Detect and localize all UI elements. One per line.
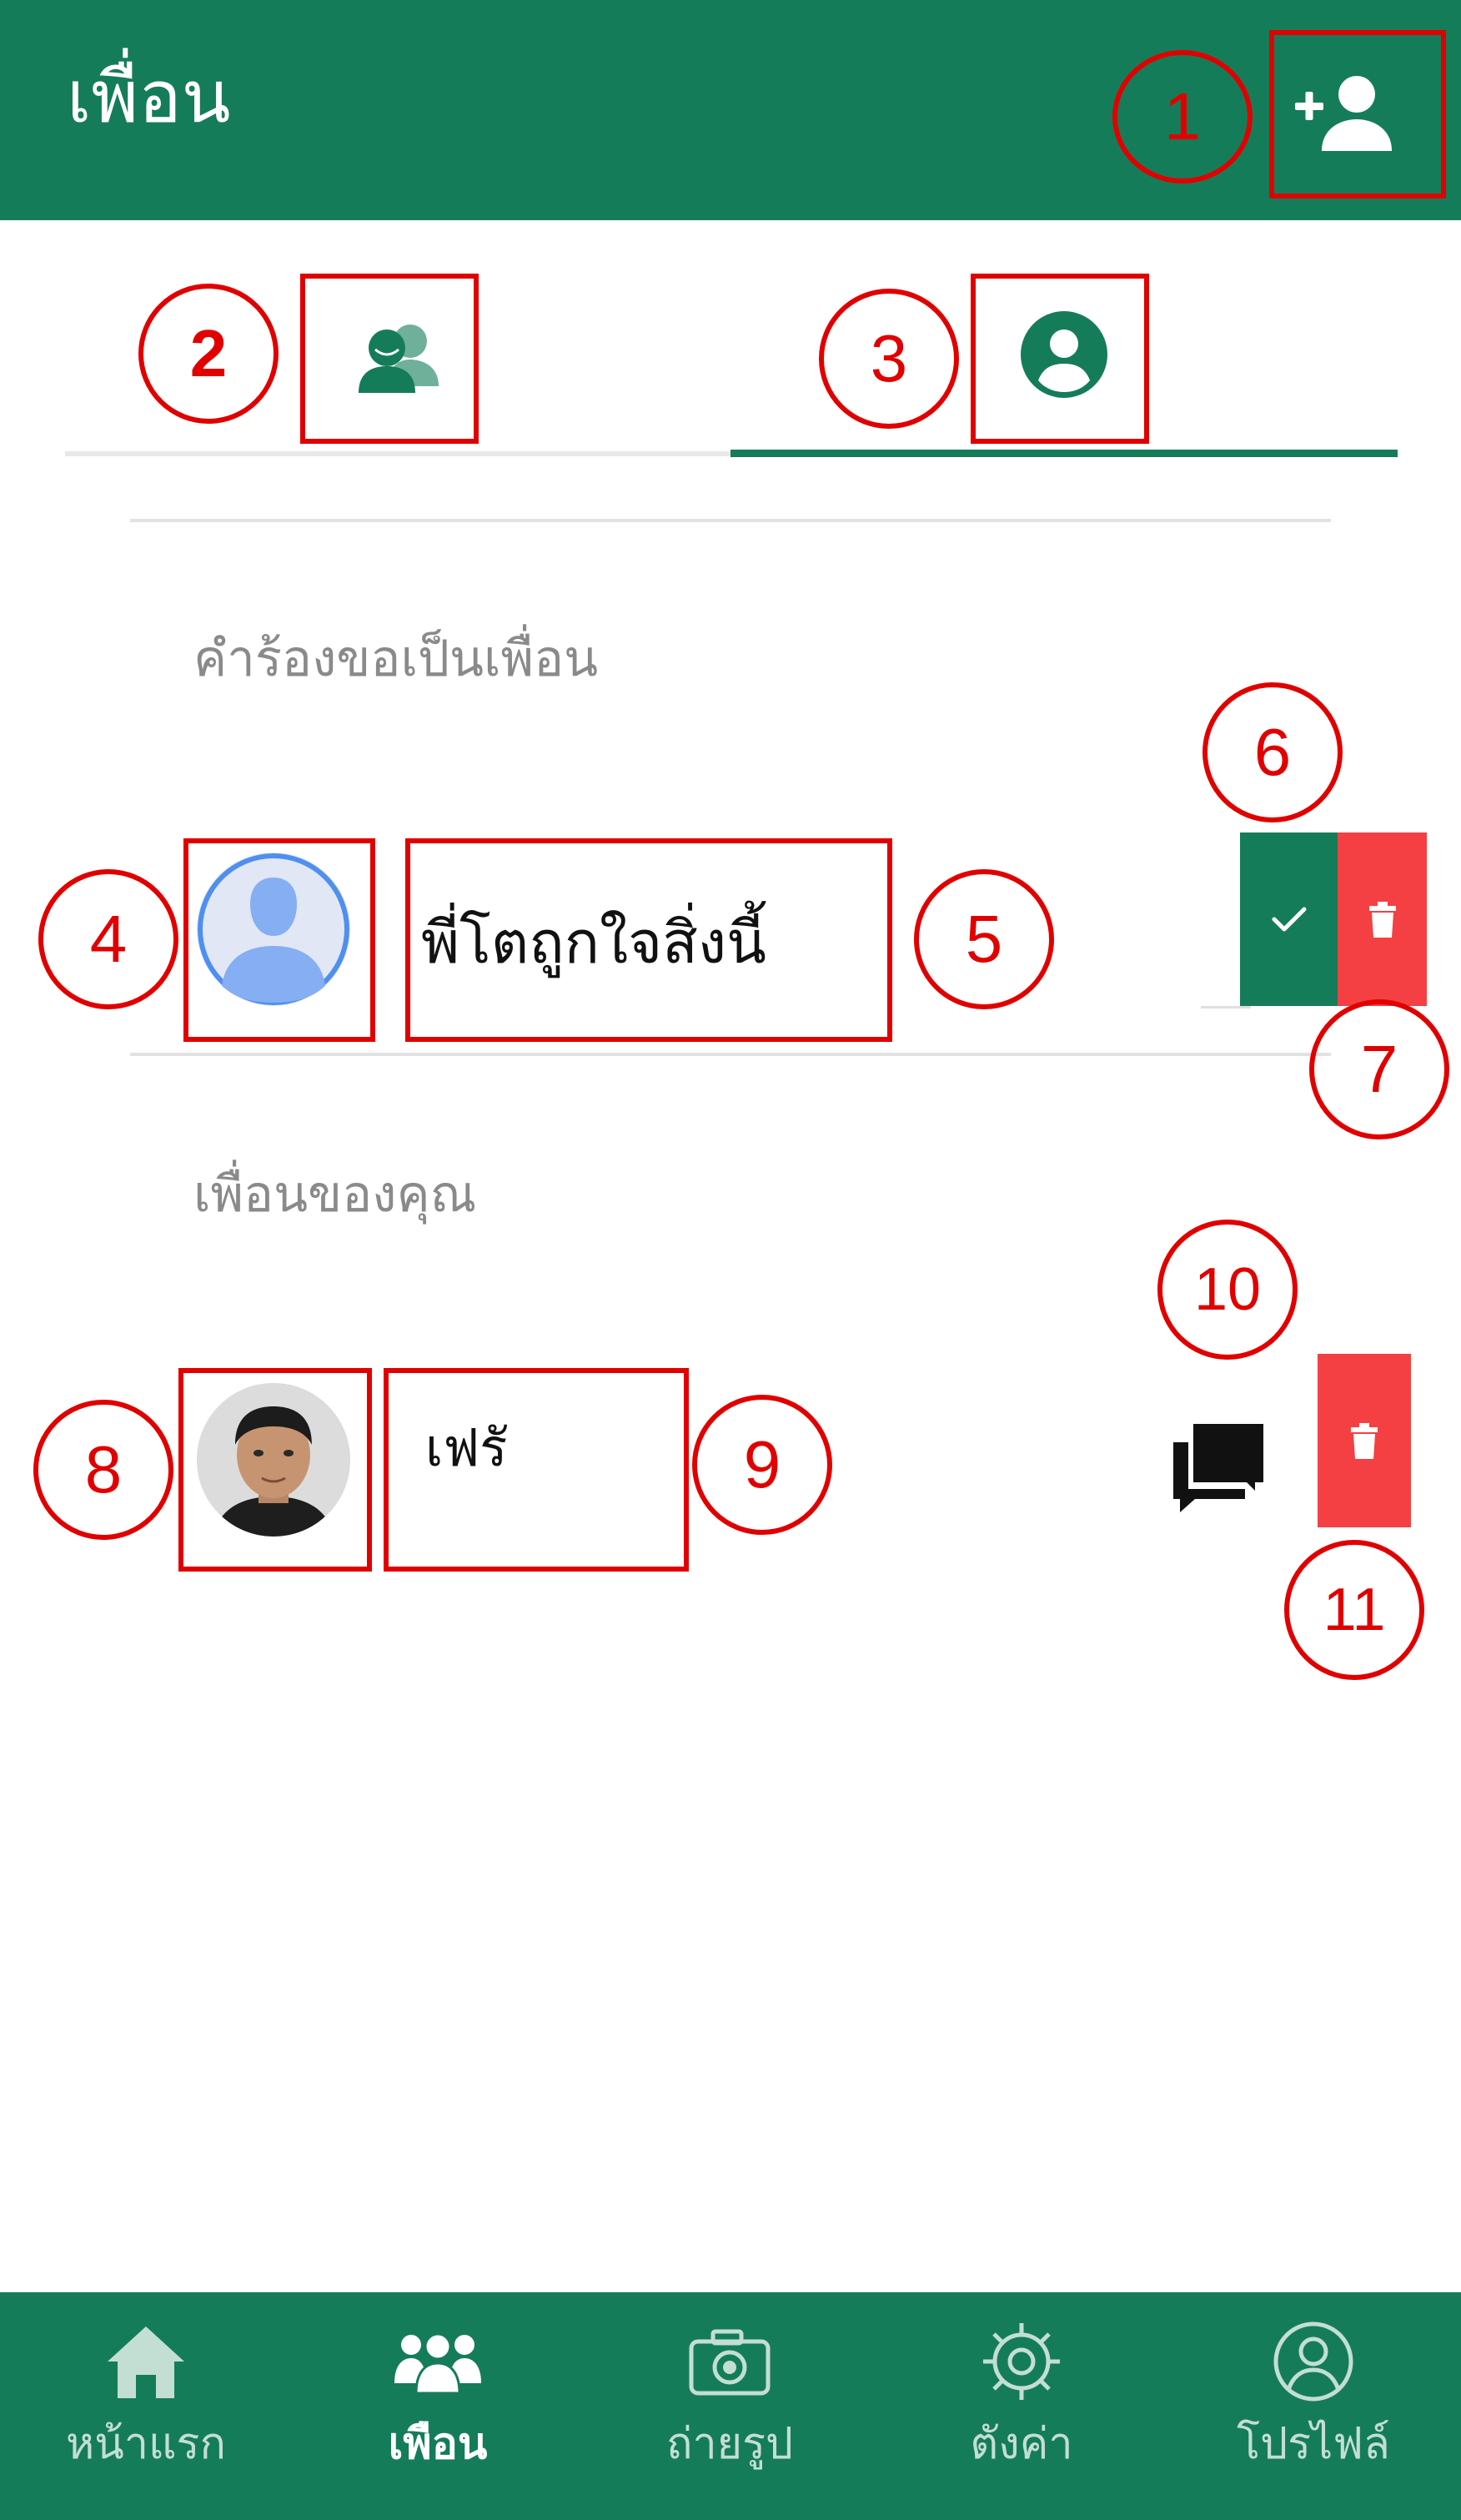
annotation-marker-4: 4 — [38, 869, 178, 1009]
tab-active-indicator — [730, 450, 1398, 457]
divider — [130, 519, 1331, 522]
annotation-marker-3: 3 — [819, 289, 959, 429]
profile-icon — [1268, 2316, 1359, 2407]
trash-icon — [1368, 902, 1396, 938]
annotation-box-8 — [178, 1368, 372, 1572]
nav-item-settings[interactable]: ตังค่า — [876, 2311, 1167, 2511]
tab-underline — [65, 451, 730, 456]
requests-section-title: คำร้องขอเป็นเพื่อน — [193, 630, 599, 688]
nav-item-friends[interactable]: เพือน — [292, 2311, 584, 2511]
annotation-box-5 — [405, 838, 892, 1042]
friends-section-title: เพื่อนของคุณ — [193, 1165, 477, 1224]
nav-item-camera[interactable]: ถ่ายรูป — [584, 2311, 876, 2511]
annotation-marker-1: 1 — [1112, 50, 1253, 184]
remove-friend-button[interactable] — [1318, 1354, 1411, 1527]
nav-item-home[interactable]: หน้าแรก — [0, 2311, 292, 2511]
divider — [130, 1053, 1331, 1056]
trash-icon — [1351, 1423, 1378, 1459]
annotation-box-9 — [384, 1368, 689, 1572]
annotation-marker-10: 10 — [1157, 1220, 1298, 1360]
check-icon — [1272, 907, 1306, 932]
annotation-marker-6: 6 — [1202, 682, 1343, 822]
annotation-marker-9: 9 — [692, 1395, 832, 1535]
chat-button[interactable] — [1166, 1414, 1271, 1519]
home-icon — [100, 2316, 192, 2407]
annotation-box-4 — [183, 838, 375, 1042]
annotation-marker-8: 8 — [33, 1400, 173, 1540]
friends-icon — [392, 2316, 484, 2407]
chat-bubbles-icon — [1173, 1424, 1263, 1512]
annotation-box-3 — [971, 274, 1149, 444]
nav-label-friends: เพือน — [388, 2419, 488, 2469]
swipe-divider — [1201, 1006, 1251, 1009]
annotation-box-1 — [1269, 30, 1446, 199]
nav-label-profile: โปรไฟล์ — [1237, 2419, 1390, 2469]
page-title: เพื่อน — [67, 56, 231, 139]
annotation-marker-7: 7 — [1309, 999, 1449, 1139]
annotation-marker-5: 5 — [914, 869, 1054, 1009]
settings-icon — [976, 2316, 1067, 2407]
nav-label-settings: ตังค่า — [970, 2419, 1073, 2469]
annotation-marker-2: 2 — [138, 284, 279, 424]
accept-request-button[interactable] — [1240, 832, 1338, 1006]
camera-icon — [684, 2316, 776, 2407]
nav-label-camera: ถ่ายรูป — [665, 2419, 794, 2469]
nav-item-profile[interactable]: โปรไฟล์ — [1167, 2311, 1459, 2511]
annotation-box-2 — [300, 274, 479, 444]
nav-label-home: หน้าแรก — [66, 2419, 226, 2469]
decline-request-button[interactable] — [1338, 832, 1427, 1006]
annotation-marker-11: 11 — [1284, 1540, 1424, 1680]
